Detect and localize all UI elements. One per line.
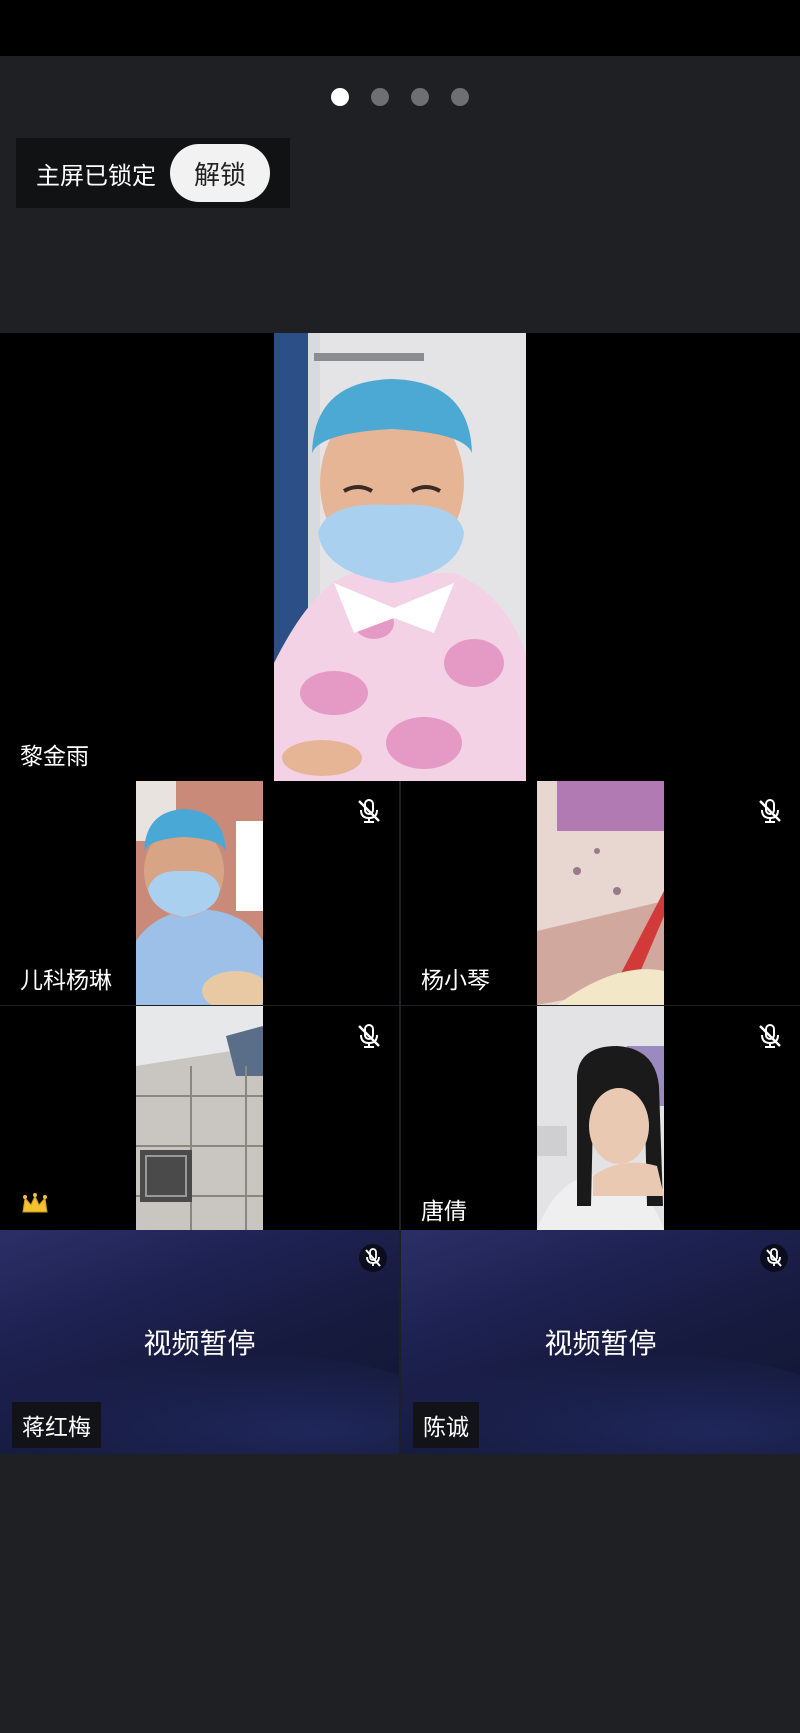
main-speaker-video[interactable] [274, 333, 526, 781]
participant-name: 蒋红梅 [12, 1402, 101, 1448]
mic-off-icon [759, 799, 781, 823]
page-dot-3[interactable] [411, 88, 429, 106]
page-dot-4[interactable] [451, 88, 469, 106]
crown-icon [22, 1193, 48, 1213]
video-paused-text: 视频暂停 [143, 1327, 256, 1360]
participant-video [136, 781, 263, 1005]
page-dot-1[interactable] [331, 88, 349, 106]
mic-off-icon [359, 1244, 387, 1272]
participant-name: 唐倩 [421, 1199, 467, 1225]
mic-off-icon [760, 1244, 788, 1272]
screen-lock-banner: 主屏已锁定 解锁 [16, 138, 290, 208]
mic-off-icon [759, 1024, 781, 1048]
paused-participant-tile[interactable]: 视频暂停 陈诚 [401, 1230, 800, 1454]
page-indicator [0, 88, 800, 108]
participant-video [136, 1006, 263, 1230]
main-speaker-area[interactable]: 黎金雨 [0, 333, 800, 781]
participant-tile[interactable] [0, 1006, 399, 1230]
paused-participant-tile[interactable]: 视频暂停 蒋红梅 [0, 1230, 399, 1454]
participant-video [537, 781, 664, 1005]
unlock-button[interactable]: 解锁 [170, 144, 270, 202]
participant-tile[interactable]: 杨小琴 [401, 781, 800, 1005]
lock-status-text: 主屏已锁定 [36, 161, 156, 190]
participant-name: 陈诚 [413, 1402, 479, 1448]
page-dot-2[interactable] [371, 88, 389, 106]
participant-video [537, 1006, 664, 1230]
participant-name: 儿科杨琳 [20, 968, 112, 994]
mic-off-icon [358, 799, 380, 823]
grid-divider [399, 781, 401, 1454]
participant-tile[interactable]: 儿科杨琳 [0, 781, 399, 1005]
participant-name: 杨小琴 [421, 968, 490, 994]
status-bar [0, 0, 800, 56]
main-speaker-name: 黎金雨 [20, 744, 89, 770]
mic-off-icon [358, 1024, 380, 1048]
video-paused-text: 视频暂停 [544, 1327, 657, 1360]
participant-tile[interactable]: 唐倩 [401, 1006, 800, 1230]
